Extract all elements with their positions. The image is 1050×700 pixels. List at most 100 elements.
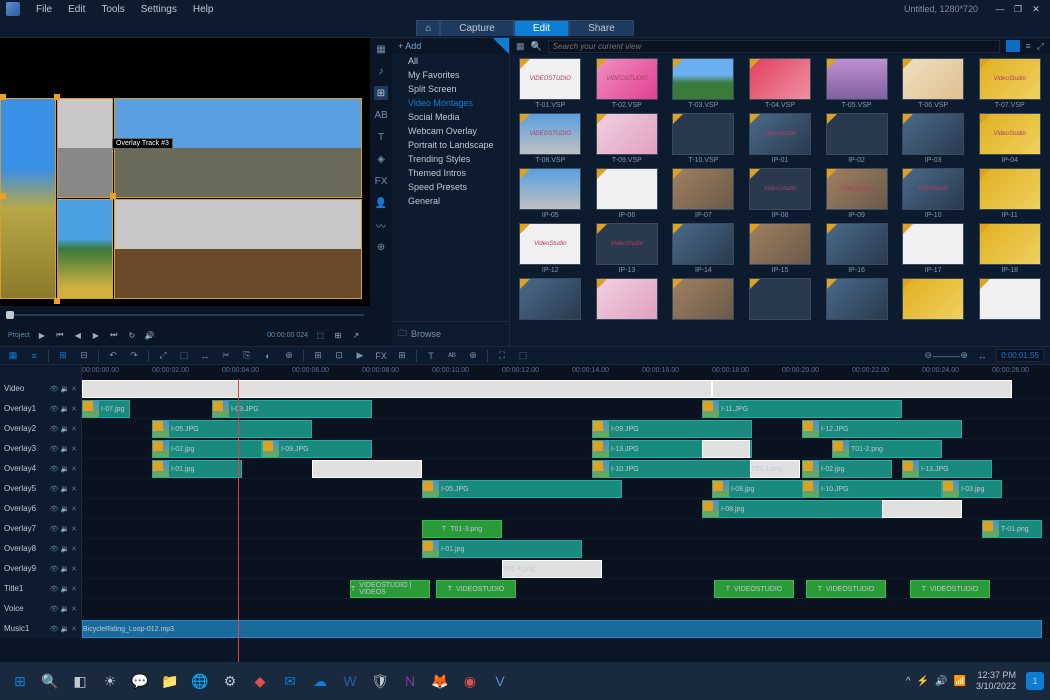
gallery-icon[interactable]: ▦ xyxy=(516,41,525,52)
template-item[interactable]: IP-15 xyxy=(744,223,817,274)
template-item[interactable]: T-05.VSP xyxy=(820,58,893,109)
home-tab[interactable]: ⌂ xyxy=(416,20,440,36)
template-item[interactable]: VideoStudioIP-08 xyxy=(744,168,817,219)
clip[interactable]: I-01.jpg xyxy=(422,540,582,558)
template-item[interactable]: T-10.VSP xyxy=(667,113,740,164)
edge-icon[interactable]: 🌐 xyxy=(186,667,214,695)
track-lane[interactable]: I-08.jpg xyxy=(82,499,1050,518)
category-webcam-overlay[interactable]: Webcam Overlay xyxy=(392,124,509,138)
add-category-button[interactable]: + Add xyxy=(392,38,509,54)
tl-tool-6[interactable]: ↶ xyxy=(106,349,120,363)
taskbar-clock[interactable]: 12:37 PM 3/10/2022 xyxy=(970,670,1022,692)
clip[interactable]: I-07.jpg xyxy=(82,400,130,418)
template-item[interactable] xyxy=(973,278,1046,322)
track-lane[interactable]: I-07.jpg I-03.JPG I-11.JPG xyxy=(82,399,1050,418)
tl-tool-24[interactable]: ᴬᴮ xyxy=(445,349,459,363)
category-all[interactable]: All xyxy=(392,54,509,68)
preview-right-btn-0[interactable]: ⬚ xyxy=(314,329,326,341)
security-icon[interactable]: 🛡 xyxy=(366,667,394,695)
category-split-screen[interactable]: Split Screen xyxy=(392,82,509,96)
template-item[interactable]: T-09.VSP xyxy=(591,113,664,164)
clip[interactable] xyxy=(712,380,1012,398)
tl-tool-28[interactable]: ⬚ xyxy=(516,349,530,363)
category-trending-styles[interactable]: Trending Styles xyxy=(392,152,509,166)
track-head[interactable]: Video👁 🔉 ✕ xyxy=(0,379,82,398)
tl-tool-18[interactable]: ⊡ xyxy=(332,349,346,363)
tl-tool-17[interactable]: ⊞ xyxy=(311,349,325,363)
clip[interactable]: I-11.JPG xyxy=(702,400,902,418)
menu-help[interactable]: Help xyxy=(185,4,222,15)
clip[interactable]: TVIDEOSTUDIO xyxy=(436,580,516,598)
category-general[interactable]: General xyxy=(392,194,509,208)
clip[interactable]: TT01-3.png xyxy=(422,520,502,538)
timeline-timecode[interactable]: 0:00:01.55 xyxy=(996,349,1044,362)
playback-btn-4[interactable]: ⏭ xyxy=(108,329,120,341)
template-item[interactable]: IP-11 xyxy=(973,168,1046,219)
path-icon[interactable]: 〰 xyxy=(374,218,388,232)
clip[interactable]: I-08.jpg xyxy=(702,500,902,518)
tl-tool-12[interactable]: ✂ xyxy=(219,349,233,363)
playback-btn-1[interactable]: ⏮ xyxy=(54,329,66,341)
template-item[interactable]: VideoStudioIP-12 xyxy=(514,223,587,274)
template-item[interactable]: T-03.VSP xyxy=(667,58,740,109)
zoom-btn-2[interactable]: ⊕ xyxy=(957,349,971,363)
track-head[interactable]: Overlay2👁 🔉 ✕ xyxy=(0,419,82,438)
track-lane[interactable]: TVIDEOSTUDIO | VIDEOS TVIDEOSTUDIO TVIDEOS… xyxy=(82,579,1050,598)
track-lane[interactable]: I-05.JPGI-08.jpgI-10.JPGI-03.jpg xyxy=(82,479,1050,498)
template-item[interactable]: VIDEOSTUDIOT-08.VSP xyxy=(514,113,587,164)
template-item[interactable] xyxy=(591,278,664,322)
notification-badge[interactable]: 1 xyxy=(1026,672,1044,690)
template-item[interactable]: IP-17 xyxy=(897,223,970,274)
playback-btn-3[interactable]: ▶ xyxy=(90,329,102,341)
clip[interactable]: I-03.JPG xyxy=(212,400,372,418)
word-icon[interactable]: W xyxy=(336,667,364,695)
sound-icon[interactable]: ♪ xyxy=(374,64,388,78)
settings-icon[interactable]: ⚙ xyxy=(216,667,244,695)
track-lane[interactable]: BicycleRiding_Loop-012.mp3 xyxy=(82,619,1050,638)
track-lane[interactable]: I-05.JPGI-09.JPGI-12.JPG xyxy=(82,419,1050,438)
clip[interactable] xyxy=(702,440,750,458)
tl-tool-20[interactable]: FX xyxy=(374,349,388,363)
tl-tool-1[interactable]: ≡ xyxy=(27,349,41,363)
playhead[interactable] xyxy=(238,379,239,662)
tl-tool-27[interactable]: ⛶ xyxy=(495,349,509,363)
track-head[interactable]: Overlay6👁 🔉 ✕ xyxy=(0,499,82,518)
mode-label[interactable]: Project xyxy=(8,332,30,339)
clip[interactable]: I-03.jpg xyxy=(942,480,1002,498)
app2-icon[interactable]: ◉ xyxy=(456,667,484,695)
tl-tool-4[interactable]: ⊟ xyxy=(77,349,91,363)
clip[interactable]: TVIDEOSTUDIO xyxy=(910,580,990,598)
template-item[interactable]: VideoStudioIP-01 xyxy=(744,113,817,164)
menu-settings[interactable]: Settings xyxy=(133,4,185,15)
template-item[interactable]: IP-07 xyxy=(667,168,740,219)
tl-tool-25[interactable]: ⊕ xyxy=(466,349,480,363)
track-lane[interactable] xyxy=(82,379,1050,398)
clip[interactable]: I-10.JPG xyxy=(802,480,942,498)
clip[interactable]: T01-2.png xyxy=(832,440,942,458)
close-button[interactable]: ✕ xyxy=(1028,3,1044,15)
template-item[interactable]: IP-02 xyxy=(820,113,893,164)
videostudio-icon[interactable]: V xyxy=(486,667,514,695)
track-head[interactable]: Overlay4👁 🔉 ✕ xyxy=(0,459,82,478)
media-icon[interactable]: ▦ xyxy=(374,42,388,56)
clip[interactable]: TVIDEOSTUDIO | VIDEOS xyxy=(350,580,430,598)
menu-file[interactable]: File xyxy=(28,4,60,15)
template-item[interactable] xyxy=(667,278,740,322)
onenote-icon[interactable]: N xyxy=(396,667,424,695)
track-lane[interactable]: T01-4.png xyxy=(82,559,1050,578)
template-item[interactable] xyxy=(514,278,587,322)
title-icon[interactable]: T xyxy=(374,130,388,144)
tl-tool-21[interactable]: ⊞ xyxy=(395,349,409,363)
expand-icon[interactable]: ⤢ xyxy=(1037,41,1044,52)
clip[interactable]: T-01.png xyxy=(982,520,1042,538)
clip[interactable]: I-09.JPG xyxy=(592,420,752,438)
track-head[interactable]: Overlay9👁 🔉 ✕ xyxy=(0,559,82,578)
template-item[interactable]: VIDEOSTUDIOT-01.VSP xyxy=(514,58,587,109)
minimize-button[interactable]: — xyxy=(992,3,1008,15)
template-item[interactable]: T-06.VSP xyxy=(897,58,970,109)
clip[interactable]: TVIDEOSTUDIO xyxy=(806,580,886,598)
template-icon[interactable]: ⊞ xyxy=(374,86,388,100)
app1-icon[interactable]: ◆ xyxy=(246,667,274,695)
playback-btn-2[interactable]: ◀ xyxy=(72,329,84,341)
track-head[interactable]: Overlay1👁 🔉 ✕ xyxy=(0,399,82,418)
